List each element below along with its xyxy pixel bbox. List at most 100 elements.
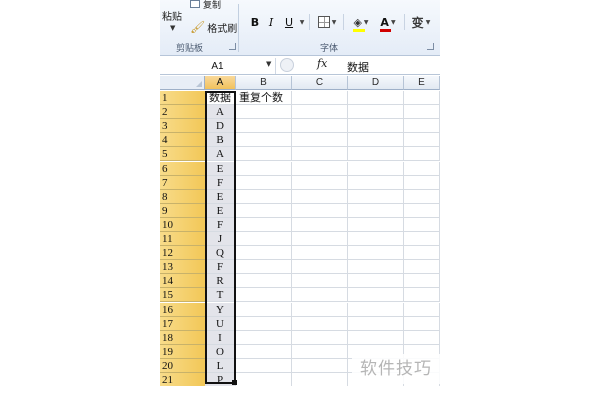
row-header[interactable]: 17 <box>160 316 205 331</box>
cell-c21[interactable] <box>292 373 348 386</box>
cell-e8[interactable] <box>404 189 440 204</box>
cell-a14[interactable]: R <box>205 274 236 289</box>
cell-e11[interactable] <box>404 232 440 247</box>
row-header[interactable]: 3 <box>160 119 205 134</box>
cell-c10[interactable] <box>292 217 348 232</box>
cell-c20[interactable] <box>292 358 348 373</box>
format-painter-button[interactable]: 🖌 格式刷 <box>190 20 237 35</box>
cell-b14[interactable] <box>236 274 292 289</box>
row-header[interactable]: 12 <box>160 246 205 261</box>
row-header[interactable]: 1 <box>160 91 205 106</box>
cell-a8[interactable]: E <box>205 189 236 204</box>
cell-e5[interactable] <box>404 147 440 162</box>
cell-e14[interactable] <box>404 274 440 289</box>
bold-button[interactable]: B <box>249 14 261 30</box>
cell-c1[interactable] <box>292 91 348 106</box>
cell-e16[interactable] <box>404 302 440 317</box>
cell-e17[interactable] <box>404 316 440 331</box>
paste-dropdown-icon[interactable]: ▼ <box>170 24 175 32</box>
fill-color-button[interactable]: ◈ ▼ <box>349 14 373 32</box>
cell-a7[interactable]: F <box>205 175 236 190</box>
cell-d4[interactable] <box>348 133 404 148</box>
cell-a6[interactable]: E <box>205 161 236 176</box>
cell-a10[interactable]: F <box>205 217 236 232</box>
cell-a2[interactable]: A <box>205 105 236 120</box>
row-header[interactable]: 10 <box>160 217 205 232</box>
cell-b12[interactable] <box>236 246 292 261</box>
row-header[interactable]: 19 <box>160 344 205 359</box>
cell-d17[interactable] <box>348 316 404 331</box>
cell-e7[interactable] <box>404 175 440 190</box>
cell-b15[interactable] <box>236 288 292 303</box>
insert-function-button[interactable]: fx <box>317 57 327 70</box>
underline-dropdown-icon[interactable]: ▼ <box>297 14 305 30</box>
cell-b19[interactable] <box>236 344 292 359</box>
cell-b8[interactable] <box>236 189 292 204</box>
cell-c11[interactable] <box>292 232 348 247</box>
cell-e9[interactable] <box>404 203 440 218</box>
cell-a17[interactable]: U <box>205 316 236 331</box>
cell-e6[interactable] <box>404 161 440 176</box>
cell-d14[interactable] <box>348 274 404 289</box>
cell-a13[interactable]: F <box>205 260 236 275</box>
cell-c4[interactable] <box>292 133 348 148</box>
cell-d18[interactable] <box>348 330 404 345</box>
row-header[interactable]: 6 <box>160 161 205 176</box>
cell-e18[interactable] <box>404 330 440 345</box>
borders-button[interactable]: ▼ <box>315 14 339 30</box>
cell-b21[interactable] <box>236 373 292 386</box>
cell-b18[interactable] <box>236 330 292 345</box>
cell-c2[interactable] <box>292 105 348 120</box>
cell-d11[interactable] <box>348 232 404 247</box>
cell-a1[interactable]: 数据 <box>205 91 236 106</box>
cell-d10[interactable] <box>348 217 404 232</box>
row-header[interactable]: 2 <box>160 105 205 120</box>
cell-c3[interactable] <box>292 119 348 134</box>
cell-a9[interactable]: E <box>205 203 236 218</box>
cell-a20[interactable]: L <box>205 358 236 373</box>
clipboard-launcher-icon[interactable] <box>229 43 236 50</box>
paste-button[interactable]: 粘贴 <box>162 8 182 23</box>
column-header-e[interactable]: E <box>404 76 440 90</box>
font-color-button[interactable]: A ▼ <box>376 14 400 32</box>
formula-input[interactable]: 数据 <box>347 59 369 75</box>
column-header-c[interactable]: C <box>292 76 348 90</box>
cell-e15[interactable] <box>404 288 440 303</box>
row-header[interactable]: 4 <box>160 133 205 148</box>
column-header-b[interactable]: B <box>236 76 292 90</box>
cell-c13[interactable] <box>292 260 348 275</box>
cell-d9[interactable] <box>348 203 404 218</box>
cell-b17[interactable] <box>236 316 292 331</box>
cell-b11[interactable] <box>236 232 292 247</box>
underline-button[interactable]: U <box>282 14 296 30</box>
cell-a15[interactable]: T <box>205 288 236 303</box>
cell-d5[interactable] <box>348 147 404 162</box>
cell-d3[interactable] <box>348 119 404 134</box>
copy-button[interactable]: 复制 <box>190 0 221 11</box>
cell-e12[interactable] <box>404 246 440 261</box>
cell-a19[interactable]: O <box>205 344 236 359</box>
cell-c15[interactable] <box>292 288 348 303</box>
cell-b13[interactable] <box>236 260 292 275</box>
cell-c6[interactable] <box>292 161 348 176</box>
cell-b6[interactable] <box>236 161 292 176</box>
row-header[interactable]: 18 <box>160 330 205 345</box>
cell-b7[interactable] <box>236 175 292 190</box>
cell-b9[interactable] <box>236 203 292 218</box>
cell-e10[interactable] <box>404 217 440 232</box>
cell-c5[interactable] <box>292 147 348 162</box>
name-box-dropdown-icon[interactable]: ▼ <box>266 60 271 68</box>
cell-a4[interactable]: B <box>205 133 236 148</box>
formula-bar-expand-handle[interactable] <box>280 58 294 72</box>
cell-a12[interactable]: Q <box>205 246 236 261</box>
row-header[interactable]: 7 <box>160 175 205 190</box>
cell-e1[interactable] <box>404 91 440 106</box>
font-launcher-icon[interactable] <box>427 43 434 50</box>
italic-button[interactable]: I <box>266 14 276 30</box>
row-header[interactable]: 13 <box>160 260 205 275</box>
row-header[interactable]: 20 <box>160 358 205 373</box>
cell-a3[interactable]: D <box>205 119 236 134</box>
cell-b2[interactable] <box>236 105 292 120</box>
row-header[interactable]: 15 <box>160 288 205 303</box>
cell-b1[interactable]: 重复个数 <box>236 91 292 106</box>
